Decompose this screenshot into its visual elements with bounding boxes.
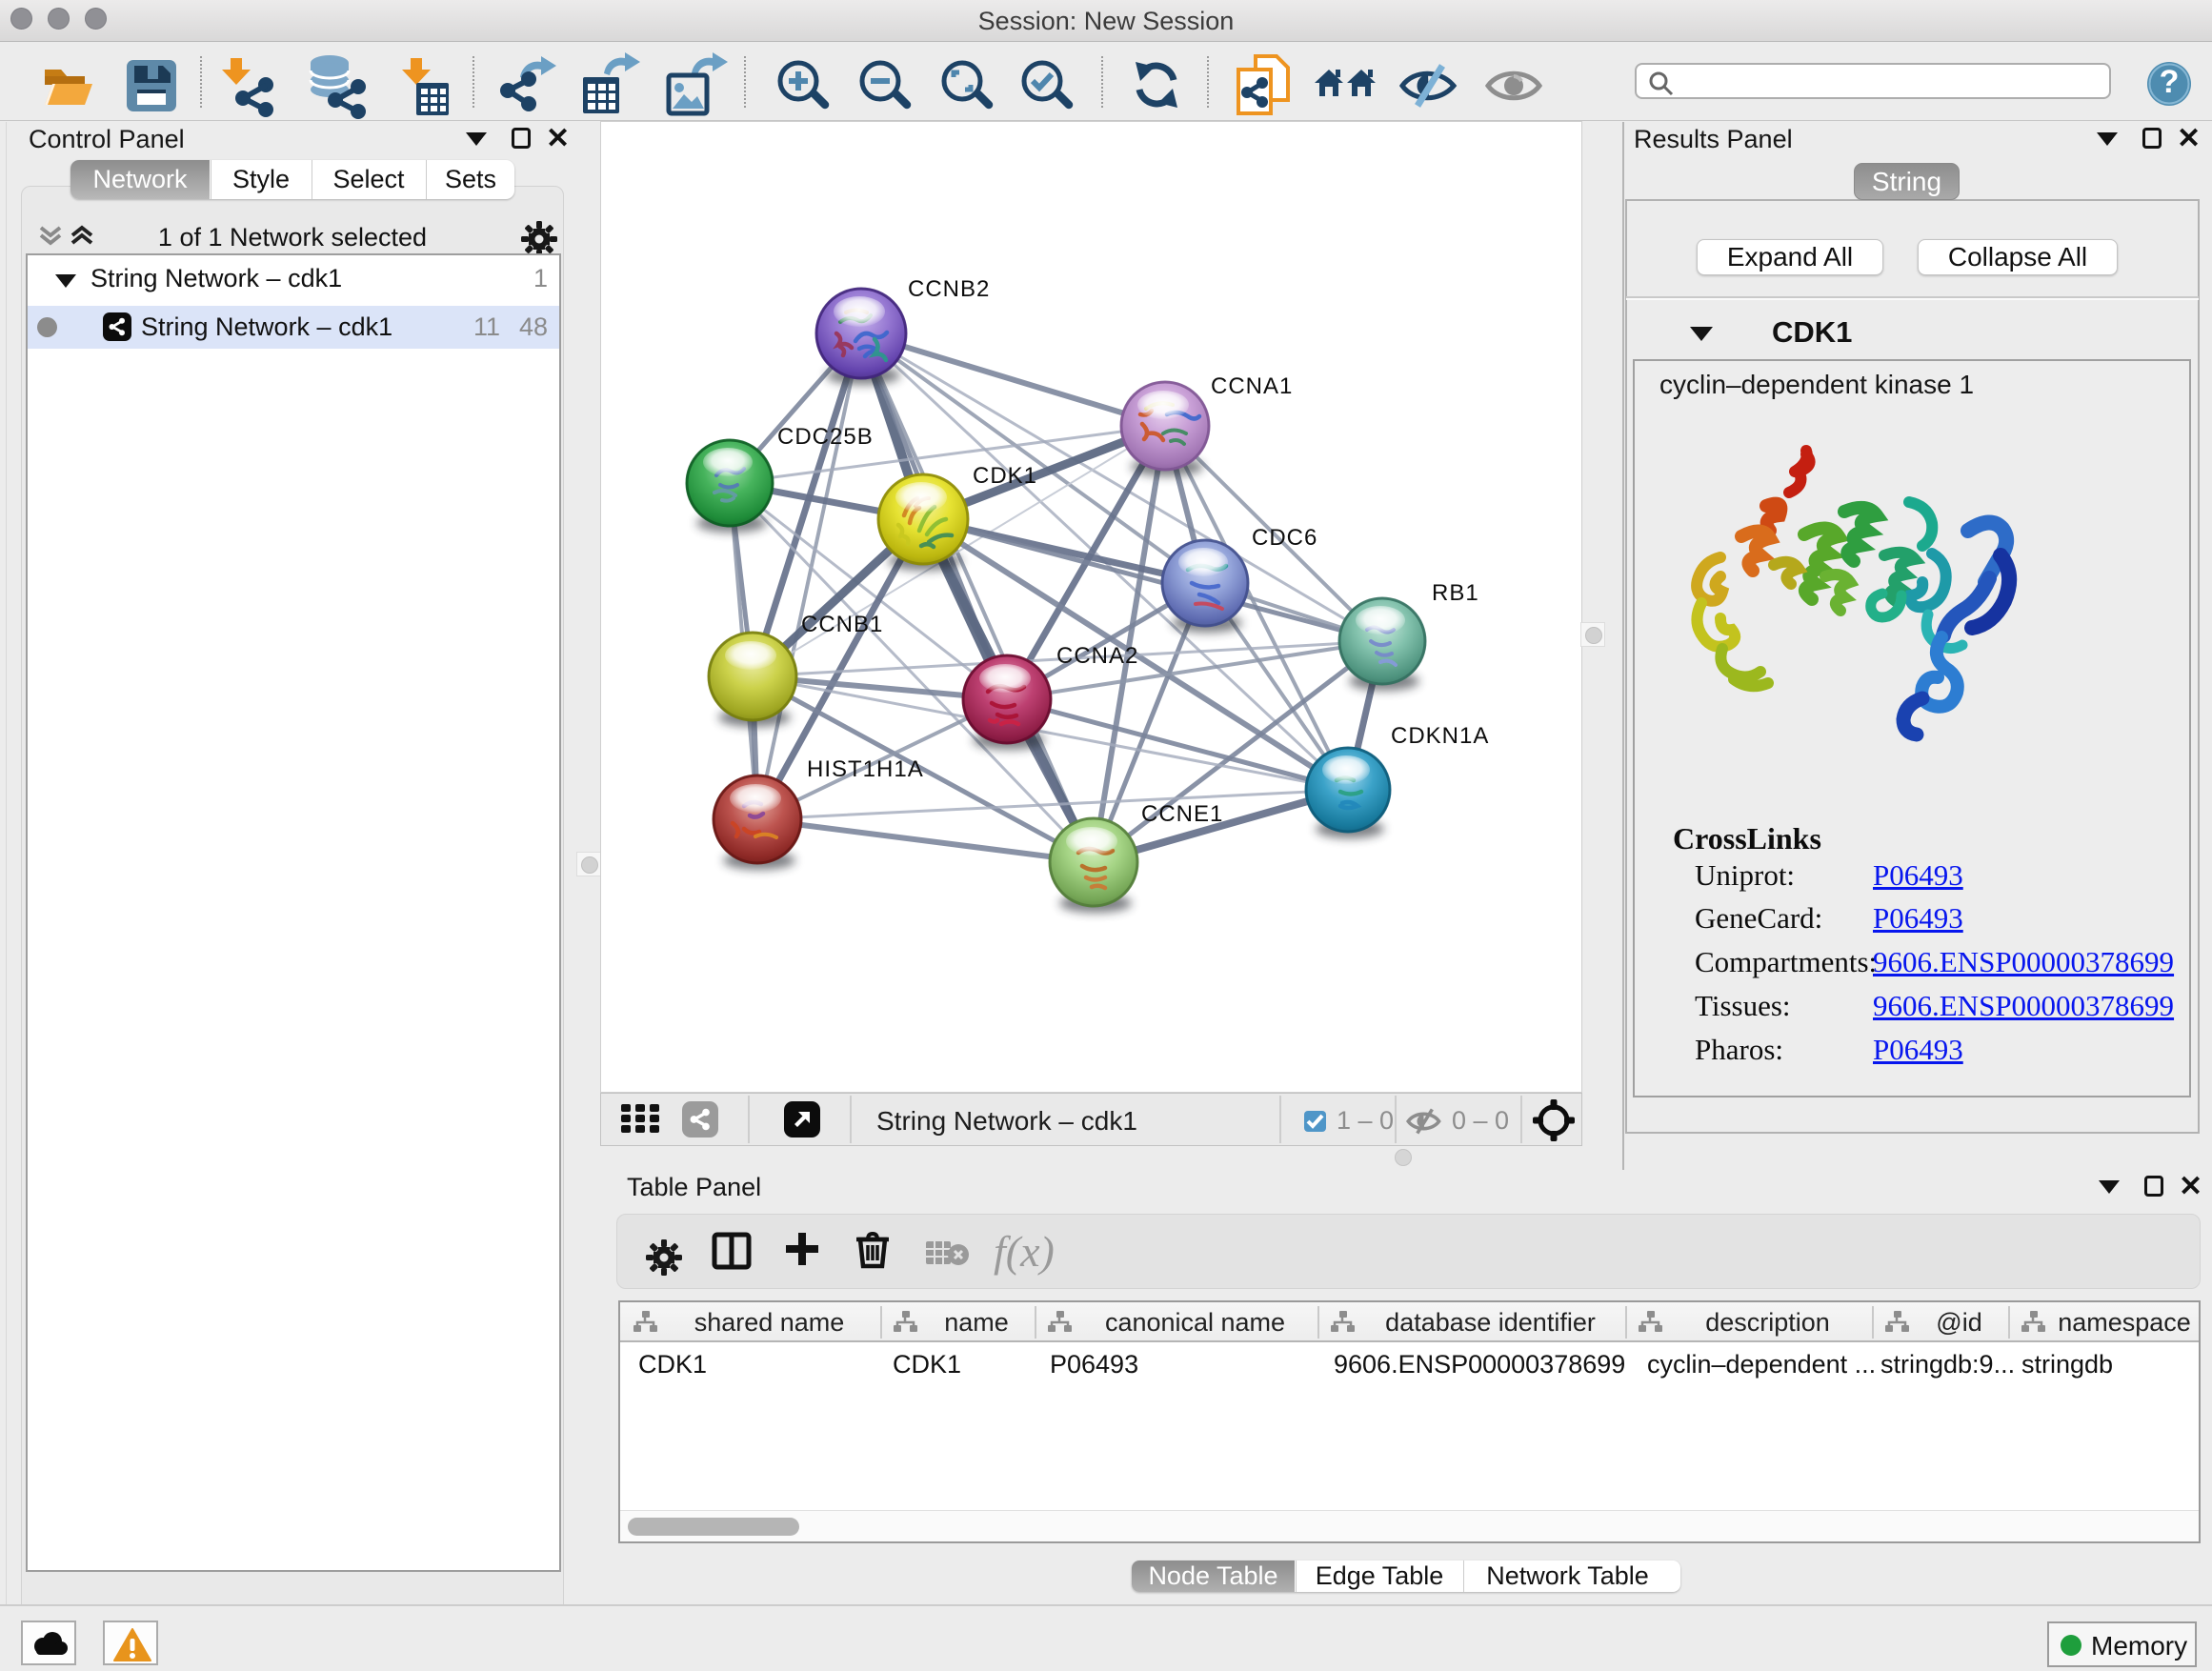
svg-text:RB1: RB1 — [1432, 580, 1479, 606]
svg-text:CDC6: CDC6 — [1252, 525, 1317, 551]
svg-text:HIST1H1A: HIST1H1A — [807, 756, 924, 782]
svg-text:CCNA1: CCNA1 — [1211, 373, 1293, 399]
svg-text:CDKN1A: CDKN1A — [1391, 723, 1489, 749]
svg-text:CDC25B: CDC25B — [777, 424, 874, 450]
svg-text:CDK1: CDK1 — [973, 463, 1037, 489]
svg-text:?: ? — [2160, 64, 2180, 100]
svg-text:CCNE1: CCNE1 — [1141, 801, 1223, 827]
svg-text:CCNB2: CCNB2 — [908, 276, 990, 302]
svg-text:CCNB1: CCNB1 — [801, 612, 883, 637]
svg-text:CCNA2: CCNA2 — [1056, 643, 1138, 669]
